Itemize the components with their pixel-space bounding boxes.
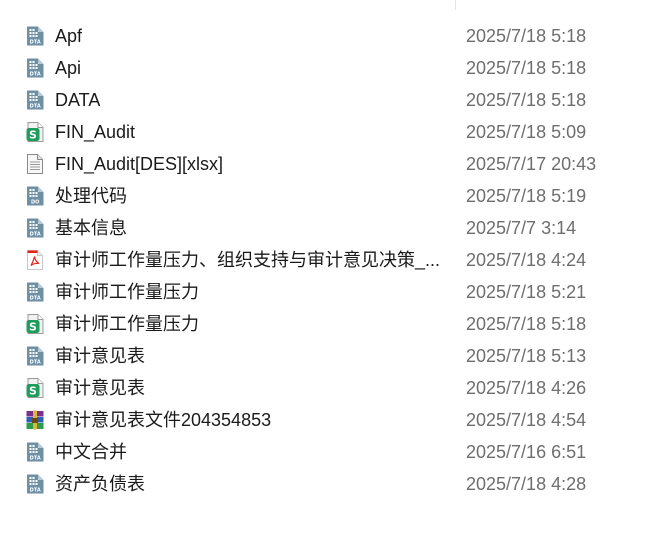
file-name: FIN_Audit (55, 122, 136, 142)
dta-icon: DTA (26, 282, 44, 302)
dta-icon: DTA (26, 26, 44, 46)
svg-text:DTA: DTA (30, 488, 41, 494)
spreadsheet-icon: S (26, 122, 44, 142)
svg-text:DTA: DTA (30, 232, 41, 238)
file-name: 审计师工作量压力 (55, 282, 199, 302)
file-name: DATA (55, 90, 101, 110)
file-modified-date: 2025/7/18 5:18 (466, 58, 587, 78)
file-name: FIN_Audit[DES][xlsx] (55, 154, 224, 174)
file-row[interactable]: 审计意见表文件204354853 2025/7/18 4:54 (0, 404, 640, 436)
do-file-icon: DO (26, 186, 44, 206)
file-modified-date: 2025/7/18 4:24 (466, 250, 587, 270)
file-name: 资产负债表 (55, 474, 145, 494)
dta-icon: DTA (26, 346, 44, 366)
svg-text:DTA: DTA (30, 72, 41, 78)
file-name: 审计意见表 (55, 378, 145, 398)
file-row[interactable]: DTA 审计意见表 2025/7/18 5:13 (0, 340, 640, 372)
file-row[interactable]: DTA DATA 2025/7/18 5:18 (0, 84, 640, 116)
svg-text:DTA: DTA (30, 104, 41, 110)
svg-text:DTA: DTA (30, 456, 41, 462)
file-row[interactable]: S 审计意见表 2025/7/18 4:26 (0, 372, 640, 404)
dta-icon: DTA (26, 474, 44, 494)
file-row[interactable]: DTA 资产负债表 2025/7/18 4:28 (0, 468, 640, 500)
dta-icon: DTA (26, 442, 44, 462)
file-modified-date: 2025/7/18 5:09 (466, 122, 587, 142)
file-modified-date: 2025/7/18 5:13 (466, 346, 587, 366)
file-modified-date: 2025/7/18 5:18 (466, 314, 587, 334)
dta-icon: DTA (26, 218, 44, 238)
file-row[interactable]: S FIN_Audit 2025/7/18 5:09 (0, 116, 640, 148)
svg-text:S: S (29, 129, 37, 142)
dta-icon: DTA (26, 90, 44, 110)
file-modified-date: 2025/7/18 4:54 (466, 410, 587, 430)
file-modified-date: 2025/7/17 20:43 (466, 154, 597, 174)
file-modified-date: 2025/7/7 3:14 (466, 218, 577, 238)
file-name: 审计师工作量压力、组织支持与审计意见决策_... (55, 250, 440, 270)
file-modified-date: 2025/7/18 4:26 (466, 378, 587, 398)
spreadsheet-icon: S (26, 314, 44, 334)
svg-text:S: S (29, 385, 37, 398)
file-row[interactable]: DTA 审计师工作量压力 2025/7/18 5:21 (0, 276, 640, 308)
file-row[interactable]: DTA Api 2025/7/18 5:18 (0, 52, 640, 84)
file-modified-date: 2025/7/18 5:18 (466, 26, 587, 46)
file-name: 基本信息 (55, 218, 127, 238)
file-name: 审计意见表 (55, 346, 145, 366)
svg-text:DTA: DTA (30, 296, 41, 302)
file-name: Api (55, 58, 82, 78)
archive-icon (26, 410, 44, 430)
file-name: 处理代码 (55, 186, 127, 206)
spreadsheet-icon: S (26, 378, 44, 398)
file-row[interactable]: 审计师工作量压力、组织支持与审计意见决策_... 2025/7/18 4:24 (0, 244, 640, 276)
file-name: 审计师工作量压力 (55, 314, 199, 334)
svg-text:S: S (29, 321, 37, 334)
file-modified-date: 2025/7/18 5:21 (466, 282, 587, 302)
file-name: 审计意见表文件204354853 (55, 410, 272, 430)
file-row[interactable]: DO 处理代码 2025/7/18 5:19 (0, 180, 640, 212)
file-modified-date: 2025/7/16 6:51 (466, 442, 587, 462)
svg-text:DTA: DTA (30, 360, 41, 366)
file-row[interactable]: DTA 基本信息 2025/7/7 3:14 (0, 212, 640, 244)
column-divider[interactable] (455, 0, 456, 10)
file-row[interactable]: S 审计师工作量压力 2025/7/18 5:18 (0, 308, 640, 340)
text-file-icon (26, 154, 44, 174)
file-name: Apf (55, 26, 83, 46)
file-list: DTA Apf 2025/7/18 5:18 DTA Api 2025/7/18 5:1… (0, 20, 658, 500)
file-row[interactable]: DTA Apf 2025/7/18 5:18 (0, 20, 640, 52)
file-modified-date: 2025/7/18 4:28 (466, 474, 587, 494)
svg-text:DO: DO (31, 200, 39, 206)
file-name: 中文合并 (55, 442, 127, 462)
file-modified-date: 2025/7/18 5:19 (466, 186, 587, 206)
file-row[interactable]: DTA 中文合并 2025/7/16 6:51 (0, 436, 640, 468)
file-row[interactable]: FIN_Audit[DES][xlsx] 2025/7/17 20:43 (0, 148, 640, 180)
svg-text:DTA: DTA (30, 40, 41, 46)
pdf-icon (26, 250, 44, 270)
file-modified-date: 2025/7/18 5:18 (466, 90, 587, 110)
dta-icon: DTA (26, 58, 44, 78)
